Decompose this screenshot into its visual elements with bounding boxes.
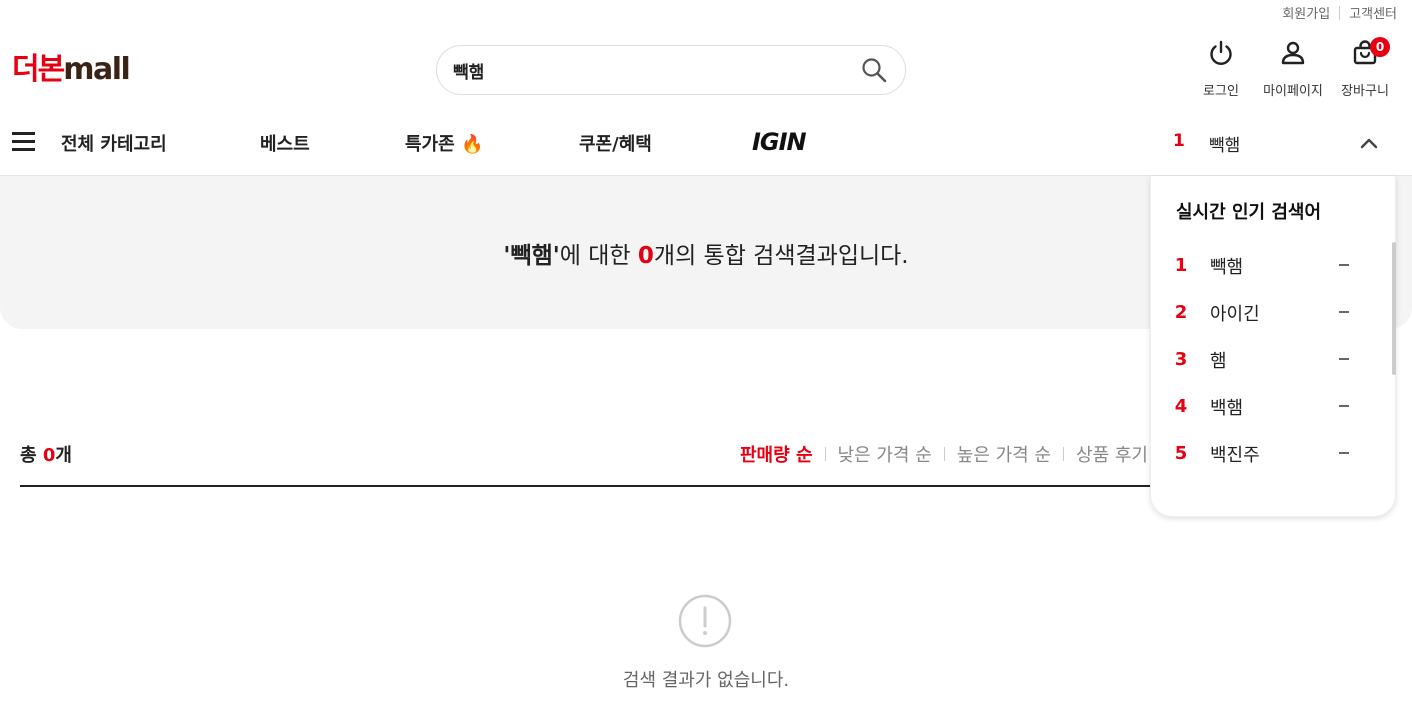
cart-label: 장바구니 [1341, 84, 1389, 99]
sort-divider [943, 447, 945, 461]
popular-title: 실시간 인기 검색어 [1176, 202, 1322, 223]
total-count: 총 0개 [20, 441, 72, 467]
cart-button[interactable]: 0 장바구니 [1330, 37, 1400, 99]
search-button[interactable] [859, 55, 889, 85]
panel-scrollbar[interactable] [1392, 242, 1396, 375]
popular-rank: 5 [1174, 443, 1188, 464]
logo-ko-text: 더본 [12, 52, 65, 87]
popular-item[interactable]: 4 백햄 [1151, 383, 1381, 430]
popular-item[interactable]: 3 햄 [1151, 336, 1381, 383]
rank-steady-icon [1339, 264, 1349, 266]
rolling-rank: 1 [1173, 131, 1185, 151]
result-quote-close: ' [552, 243, 560, 269]
sort-divider [824, 447, 826, 461]
user-icon [1281, 41, 1305, 65]
signup-link[interactable]: 회원가입 [1282, 3, 1330, 22]
popular-rank: 3 [1174, 349, 1188, 370]
rank-steady-icon [1339, 311, 1349, 313]
popular-rank: 1 [1174, 255, 1188, 276]
search-icon [862, 58, 887, 83]
popular-rank: 4 [1174, 396, 1188, 417]
popular-item[interactable]: 5 백진주 [1151, 430, 1381, 477]
popular-list: 1 빽햄 2 아이긴 3 햄 4 백햄 5 백진주 [1151, 242, 1381, 477]
site-logo[interactable]: 더본 mall [12, 52, 131, 88]
sort-divider [1063, 447, 1065, 461]
exclamation-circle-icon [678, 594, 732, 648]
rank-steady-icon [1339, 358, 1349, 360]
power-icon [1210, 40, 1232, 65]
mypage-label: 마이페이지 [1263, 84, 1323, 99]
nav-special[interactable]: 특가존 🔥 [405, 130, 483, 156]
util-divider [1339, 5, 1341, 20]
sort-options: 판매량 순 낮은 가격 순 높은 가격 순 상품 후기 순 [740, 441, 1170, 467]
support-link[interactable]: 고객센터 [1349, 3, 1397, 22]
popular-keywords-panel: 실시간 인기 검색어 1 빽햄 2 아이긴 3 햄 4 백햄 5 백진주 [1150, 176, 1396, 517]
nav-coupon[interactable]: 쿠폰/혜택 [579, 130, 652, 156]
popular-word: 햄 [1210, 350, 1227, 372]
mypage-button[interactable]: 마이페이지 [1258, 38, 1328, 99]
popular-word: 빽햄 [1210, 256, 1244, 278]
search-bar [436, 45, 906, 95]
header-icons: 로그인 마이페이지 0 장바구니 [1184, 37, 1400, 99]
total-prefix: 총 [20, 445, 43, 466]
result-count: 0 [637, 243, 654, 269]
rolling-keyword[interactable]: 빽햄 [1209, 131, 1240, 156]
nav-best[interactable]: 베스트 [260, 130, 310, 156]
popular-rank: 2 [1174, 302, 1188, 323]
popular-word: 아이긴 [1210, 303, 1260, 325]
logo-en-text: mall [63, 52, 131, 87]
popular-word: 백진주 [1210, 444, 1260, 466]
sort-sales[interactable]: 판매량 순 [740, 441, 813, 467]
login-label: 로그인 [1203, 84, 1239, 99]
nav-brand-igin[interactable]: IGIN [752, 128, 807, 156]
popular-item[interactable]: 2 아이긴 [1151, 289, 1381, 336]
search-input[interactable] [453, 60, 859, 80]
total-suffix: 개 [55, 445, 72, 466]
rank-steady-icon [1339, 405, 1349, 407]
sort-high-price[interactable]: 높은 가격 순 [957, 441, 1051, 467]
result-mid-text: 에 대한 [559, 243, 638, 269]
empty-result-message: 검색 결과가 없습니다. [622, 670, 790, 691]
result-tail-text: 개의 통합 검색결과입니다. [653, 243, 909, 269]
cart-count-badge: 0 [1370, 37, 1390, 57]
rank-steady-icon [1339, 452, 1349, 454]
total-number: 0 [42, 445, 56, 466]
popular-word: 백햄 [1210, 397, 1244, 419]
chevron-up-icon[interactable] [1356, 132, 1382, 154]
nav-all-category[interactable]: 전체 카테고리 [61, 130, 167, 156]
main-nav: 전체 카테고리 베스트 특가존 🔥 쿠폰/혜택 IGIN 1 빽햄 [0, 110, 1412, 176]
sort-low-price[interactable]: 낮은 가격 순 [838, 441, 932, 467]
login-button[interactable]: 로그인 [1186, 38, 1256, 99]
util-links: 회원가입 고객센터 [1282, 3, 1397, 22]
popular-item[interactable]: 1 빽햄 [1151, 242, 1381, 289]
menu-icon[interactable] [12, 132, 35, 152]
result-keyword: 빽햄 [510, 243, 553, 269]
